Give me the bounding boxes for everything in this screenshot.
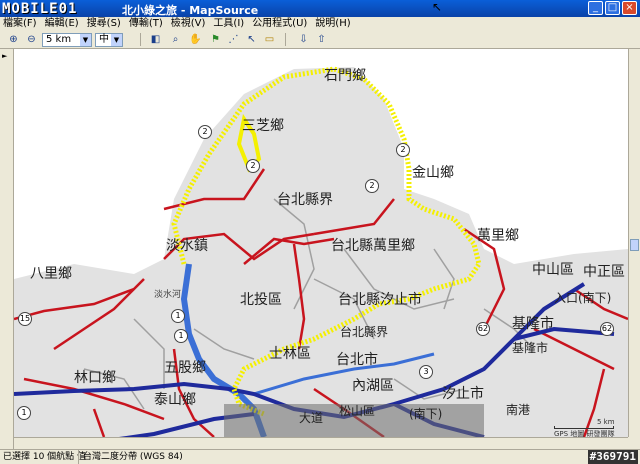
waypoint-flag-icon[interactable]: ⚑ [208,32,223,47]
pointer-tool-icon[interactable]: ↖ [244,32,259,47]
watermark: #369791 [587,450,638,464]
toolbar-separator [285,33,286,46]
status-bar: 已選擇 10 個航點 值 台灣二度分帶 (WGS 84) #369791 [0,449,640,464]
route-shield: 3 [419,365,433,379]
title-bar: MOBILE01 北小綠之旅 - MapSource _ □ × [0,0,640,17]
left-panel-edge[interactable]: ► [0,49,14,449]
measure-tool-icon[interactable]: ▭ [262,32,277,47]
label-taipei-county-border-2: 台北縣界 [340,325,389,339]
menu-edit[interactable]: 編輯(E) [45,17,79,30]
scale-distance: 5 km [596,418,615,426]
route-shield: 2 [396,143,410,157]
scale-credit: GPS 地圖 研發團隊 [554,430,615,437]
label-songshan: 松山區 [339,404,376,418]
label-nangang: 南港 [506,403,531,417]
chevron-down-icon: ▼ [80,34,91,46]
label-taishan: 泰山鄉 [154,392,196,408]
menu-utilities[interactable]: 公用程式(U) [252,17,307,30]
selection-status: 已選擇 10 個航點 值 [3,452,87,462]
zoom-in-icon[interactable]: ⊕ [6,32,21,47]
window-title: 北小綠之旅 - MapSource [122,4,259,17]
mouse-cursor-icon: ↖ [432,0,443,14]
label-shilin: 士林區 [269,346,311,362]
collapse-arrow-icon[interactable]: ► [2,52,7,60]
vertical-scrollbar[interactable] [628,49,640,437]
label-zhongshan: 中山區 [532,262,574,278]
label-beitou: 北投區 [240,292,282,308]
map-view[interactable]: 石門鄉 三芝鄉 金山鄉 台北縣界 萬里鄉 淡水鎮 台北縣萬里鄉 八里鄉 中山區 … [14,49,628,437]
map-scale: 5 km GPS 地圖 研發團隊 [554,418,615,437]
label-taipei-city: 台北市 [336,352,378,368]
route-shield: 2 [246,159,260,173]
horizontal-scrollbar[interactable] [14,437,628,449]
label-wugu: 五股鄉 [164,360,206,376]
route-shield: 2 [365,179,379,193]
route-shield: 15 [18,312,32,326]
maximize-button[interactable]: □ [605,1,620,15]
selection-tool-icon[interactable]: ◧ [148,32,163,47]
menu-view[interactable]: 檢視(V) [171,17,206,30]
mobile01-logo: MOBILE01 [2,1,78,17]
label-daoyu: 大道 [299,411,324,425]
label-intersection: 入口(南下) [554,291,612,305]
label-jinshan: 金山鄉 [412,165,454,181]
label-wanli: 萬里鄉 [477,228,519,244]
label-keelung: 基隆市 [512,316,554,332]
zoom-out-icon[interactable]: ⊖ [24,32,39,47]
window-controls: _ □ × [588,1,637,15]
receive-from-device-icon[interactable]: ⇩ [296,32,311,47]
menu-bar: 檔案(F) 編輯(E) 搜尋(S) 傳輸(T) 檢視(V) 工具(I) 公用程式… [0,17,640,30]
zoom-tool-icon[interactable]: ⌕ [168,32,183,47]
close-button[interactable]: × [622,1,637,15]
menu-search[interactable]: 搜尋(S) [87,17,121,30]
menu-transfer[interactable]: 傳輸(T) [129,17,163,30]
route-shield: 1 [17,406,31,420]
detail-level-select[interactable]: 中 ▼ [95,33,123,47]
label-tamsui: 淡水鎮 [166,238,208,254]
zoom-scale-select[interactable]: 5 km ▼ [42,33,92,47]
menu-tools[interactable]: 工具(I) [213,17,244,30]
label-shimen: 石門鄉 [324,68,366,84]
menu-file[interactable]: 檔案(F) [3,17,37,30]
label-taipei-county-xizhi: 台北縣汐止市 [338,292,422,308]
scroll-thumb[interactable] [630,239,639,251]
route-shield: 1 [171,309,185,323]
toolbar-separator [140,33,141,46]
route-tool-icon[interactable]: ⋰ [226,32,241,47]
label-neihu: 內湖區 [352,378,394,394]
label-sanzhi: 三芝鄉 [242,118,284,134]
label-keelung-small: 基隆市 [512,341,549,355]
label-xizhi-city: 汐止市 [442,386,484,402]
label-linkou: 林口鄉 [74,370,116,386]
chevron-down-icon: ▼ [111,34,122,46]
label-intersection2: (南下) [409,407,443,421]
label-taipei-county-border: 台北縣界 [277,192,333,208]
toolbar: ⊕ ⊖ 5 km ▼ 中 ▼ ◧ ⌕ ✋ ⚑ ⋰ ↖ ▭ ⇩ ⇧ [0,30,640,49]
minimize-button[interactable]: _ [588,1,603,15]
datum-status: 台灣二度分帶 (WGS 84) [78,450,183,464]
label-taipei-county-wanli: 台北縣萬里鄉 [331,238,415,254]
route-shield: 62 [600,322,614,336]
label-tamsui-river: 淡水河 [154,290,182,300]
detail-level-value: 中 [99,34,109,45]
zoom-scale-value: 5 km [46,34,72,45]
menu-help[interactable]: 說明(H) [315,17,350,30]
route-shield: 62 [476,322,490,336]
hand-tool-icon[interactable]: ✋ [188,32,203,47]
label-bali: 八里鄉 [30,266,72,282]
send-to-device-icon[interactable]: ⇧ [314,32,329,47]
label-zhongzheng: 中正區 [583,264,625,280]
route-shield: 1 [174,329,188,343]
route-shield: 2 [198,125,212,139]
